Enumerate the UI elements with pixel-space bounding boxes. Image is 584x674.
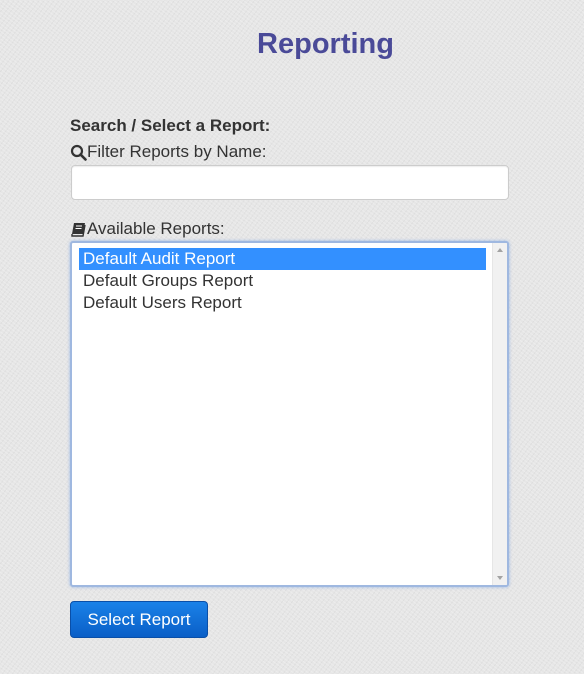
page-title: Reporting [257,28,394,60]
available-reports-label-text: Available Reports: [87,219,225,238]
report-option[interactable]: Default Groups Report [79,270,486,292]
search-icon [70,144,87,161]
book-icon [70,221,87,238]
available-reports-label: Available Reports: [70,219,225,239]
available-reports-listbox[interactable]: Default Audit Report Default Groups Repor… [70,241,509,587]
filter-label: Filter Reports by Name: [70,142,267,162]
filter-reports-input[interactable] [71,165,509,200]
report-option[interactable]: Default Audit Report [79,248,486,270]
search-section-heading: Search / Select a Report: [70,116,271,135]
report-items: Default Audit Report Default Groups Repor… [79,248,486,314]
select-report-button[interactable]: Select Report [70,601,208,638]
list-scrollbar[interactable] [492,243,507,585]
scroll-up-icon[interactable] [497,248,503,252]
filter-label-text: Filter Reports by Name: [87,142,267,161]
scroll-down-icon[interactable] [497,576,503,580]
report-option[interactable]: Default Users Report [79,292,486,314]
